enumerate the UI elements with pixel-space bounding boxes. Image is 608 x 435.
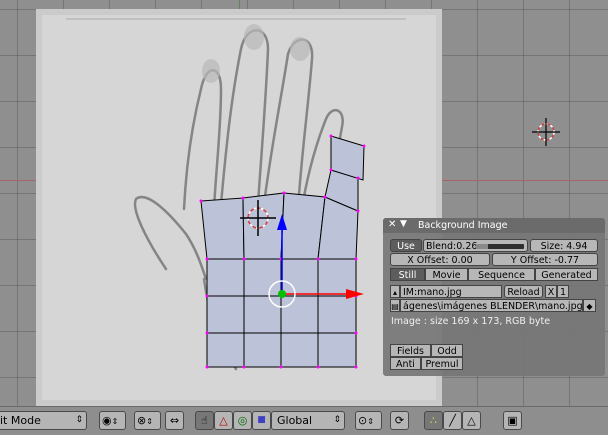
size-field[interactable]: Size: 4.94 [530,239,598,252]
unlink-image-button[interactable]: X [545,285,557,298]
3d-viewport[interactable]: ✕ ▼ Background Image Use Blend:0.26 Size… [0,0,608,406]
background-image-panel: ✕ ▼ Background Image Use Blend:0.26 Size… [383,218,605,376]
rotate-icon[interactable]: ◎ [233,411,252,430]
pivot-icon[interactable]: ⊗⇕ [134,411,161,430]
edge-select-icon[interactable]: ╱ [443,411,462,430]
snap-icon[interactable]: ⊙⇕ [355,411,382,430]
collapse-icon[interactable]: ▼ [400,219,407,229]
proportional-icon[interactable]: ⇔ [165,411,184,430]
pack-icon[interactable]: ◆ [583,299,596,312]
image-name-field[interactable]: IM:mano.jpg [400,285,502,298]
close-icon[interactable]: ✕ [388,219,396,230]
select-arrow-icon: ⇕ [75,415,83,425]
y-offset-field[interactable]: Y Offset: -0.77 [492,253,598,266]
tab-movie[interactable]: Movie [425,268,468,281]
file-browse-icon[interactable]: ▤ [390,299,400,312]
select-arrow-icon: ⇕ [333,415,341,425]
x-offset-field[interactable]: X Offset: 0.00 [390,253,490,266]
view-menu-icon[interactable]: ◉⇕ [99,411,126,430]
tab-generated[interactable]: Generated [535,268,598,281]
mode-select[interactable]: it Mode ⇕ [0,411,87,430]
odd-toggle[interactable]: Odd [431,344,463,357]
anti-toggle[interactable]: Anti [390,357,421,370]
face-select-icon[interactable]: △ [462,411,481,430]
scale-icon[interactable]: ■ [252,411,271,430]
render-icon[interactable]: ▣ [503,411,522,430]
blend-slider[interactable]: Blend:0.26 [423,239,528,252]
reload-button[interactable]: Reload [504,285,543,298]
blend-slider-fill [476,244,489,249]
fields-toggle[interactable]: Fields [390,344,431,357]
file-path-field[interactable]: ágenes\imágenes BLENDER\mano.jpg [400,299,583,312]
image-info: Image : size 169 x 173, RGB byte [391,316,551,327]
manipulator-hand-icon[interactable]: ☝ [195,411,214,430]
orientation-select[interactable]: Global ⇕ [271,411,345,430]
tab-sequence[interactable]: Sequence [468,268,535,281]
3d-view-header: it Mode ⇕ ◉⇕ ⊗⇕ ⇔ ☝ △ ◎ ■ Global ⇕ ⊙⇕ ⟳ … [0,406,608,435]
panel-title: Background Image [418,220,508,231]
image-browse-icon[interactable]: ▴ [390,285,400,298]
panel-header[interactable]: ✕ ▼ Background Image [383,218,605,233]
use-toggle[interactable]: Use [390,239,422,252]
occlude-geometry-icon[interactable]: ⟳ [390,411,409,430]
image-users-count[interactable]: 1 [557,285,569,298]
cursor-crosshair-icon [532,118,560,146]
translate-icon[interactable]: △ [214,411,233,430]
vertex-select-icon[interactable]: ∴ [424,411,443,430]
premul-toggle[interactable]: Premul [421,357,463,370]
tab-still[interactable]: Still [390,268,425,281]
blend-slider-track [476,244,524,249]
